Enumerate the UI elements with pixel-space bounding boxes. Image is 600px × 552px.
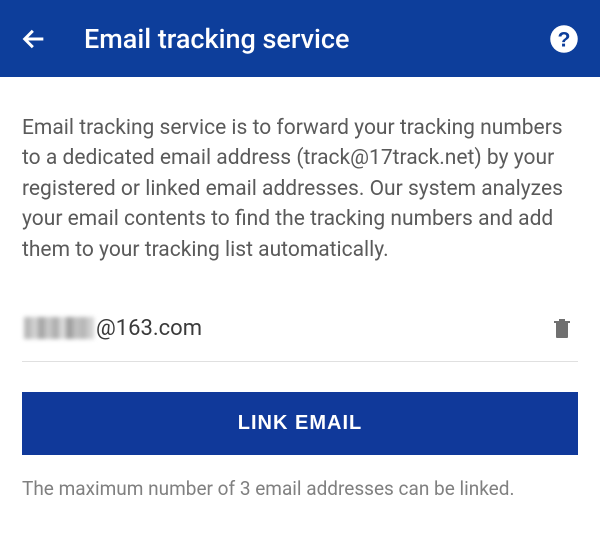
help-icon[interactable]: ? <box>548 23 580 55</box>
page-content: Email tracking service is to forward you… <box>0 77 600 500</box>
svg-text:?: ? <box>558 27 571 51</box>
link-email-button[interactable]: LINK EMAIL <box>22 392 578 455</box>
page-title: Email tracking service <box>84 23 548 55</box>
email-username-redacted <box>24 317 94 339</box>
delete-email-icon[interactable] <box>550 315 576 341</box>
email-domain: @163.com <box>96 316 202 341</box>
service-description: Email tracking service is to forward you… <box>22 113 578 265</box>
max-emails-note: The maximum number of 3 email addresses … <box>22 477 578 500</box>
linked-email-address: @163.com <box>24 316 202 341</box>
app-header: Email tracking service ? <box>0 0 600 77</box>
back-icon[interactable] <box>20 25 48 53</box>
linked-email-row: @163.com <box>22 315 578 362</box>
